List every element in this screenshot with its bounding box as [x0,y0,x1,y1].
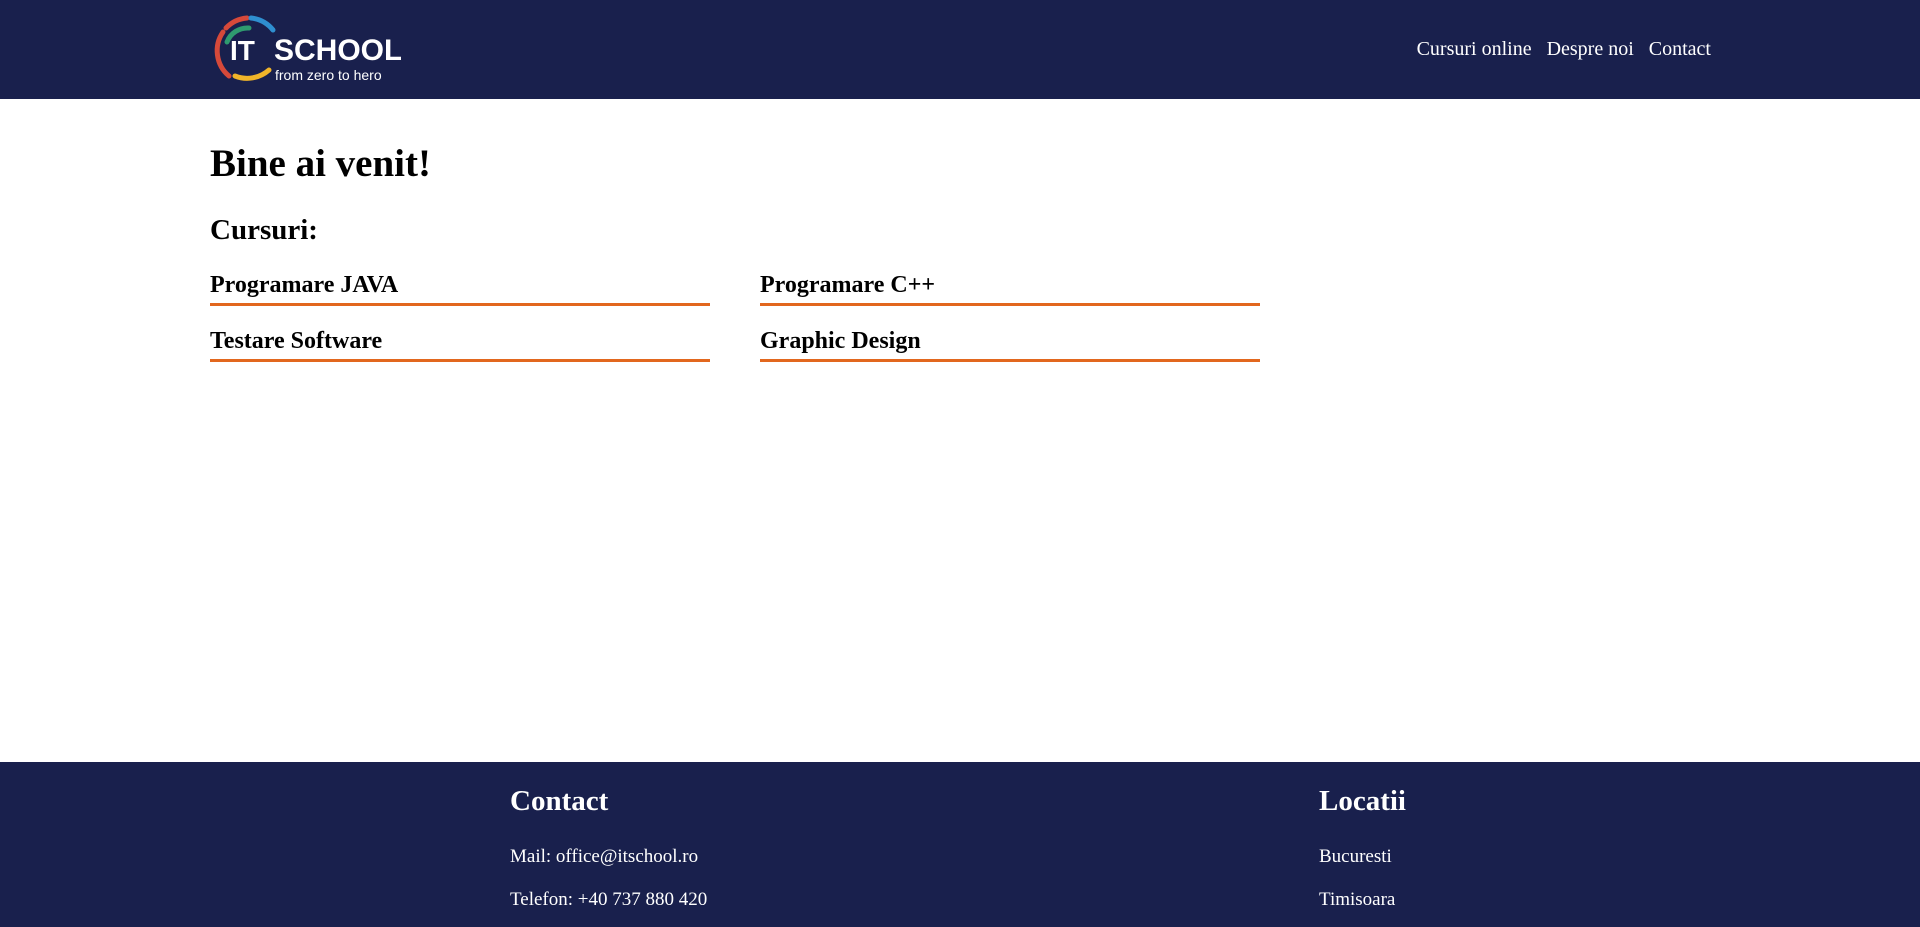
main-nav: Cursuri online Despre noi Contact [1417,37,1711,61]
courses-heading: Cursuri: [210,214,318,246]
course-item-cpp[interactable]: Programare C++ [760,272,1260,306]
nav-link-cursuri-online[interactable]: Cursuri online [1417,37,1532,61]
footer-location-timisoara: Timisoara [1319,889,1396,910]
footer-contact-mail[interactable]: Mail: office@itschool.ro [510,846,698,868]
logo-school-text: SCHOOL [274,34,401,67]
logo-arc-blue [248,15,276,33]
logo-tagline: from zero to hero [275,67,382,83]
footer-contact-phone[interactable]: Telefon: +40 737 880 420 [510,889,707,911]
site-footer: Contact Mail: office@itschool.ro Telefon… [0,762,1920,927]
itschool-logo[interactable]: IT SCHOOL from zero to hero [209,14,401,86]
logo-it-text: IT [230,35,255,66]
course-item-java[interactable]: Programare JAVA [210,272,710,306]
footer-contact-title: Contact [510,785,609,817]
nav-link-despre-noi[interactable]: Despre noi [1547,37,1634,61]
logo-arc-yellow [232,67,272,81]
page: IT SCHOOL from zero to hero Cursuri onli… [0,0,1920,927]
course-item-testare-software[interactable]: Testare Software [210,328,710,362]
footer-locations-title: Locatii [1319,785,1406,817]
nav-link-contact[interactable]: Contact [1649,37,1711,61]
site-header: IT SCHOOL from zero to hero Cursuri onli… [0,0,1920,99]
page-title: Bine ai venit! [210,142,431,185]
footer-location-bucuresti: Bucuresti [1319,846,1392,867]
course-item-graphic-design[interactable]: Graphic Design [760,328,1260,362]
